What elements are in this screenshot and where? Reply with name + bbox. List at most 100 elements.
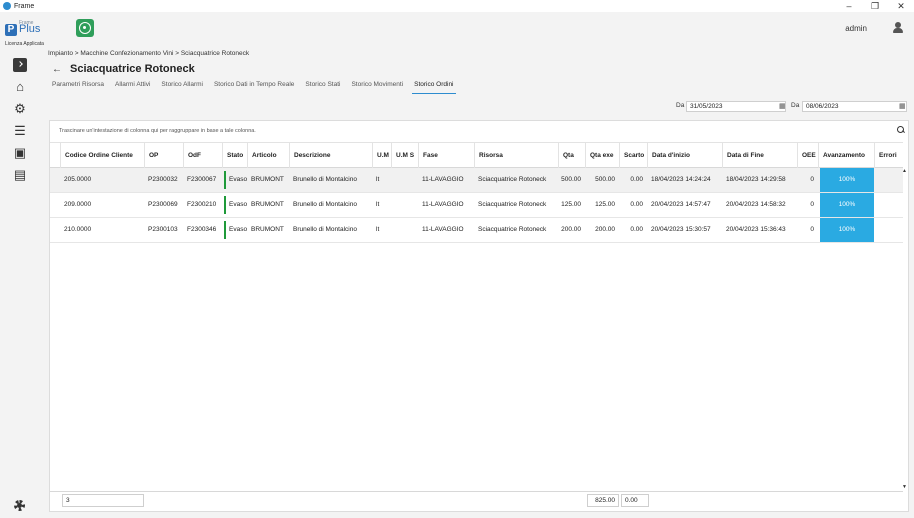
cell-scarto: 0.00 (630, 201, 643, 208)
tab-storico-movimenti[interactable]: Storico Movimenti (351, 80, 403, 94)
cell-data-fine: 20/04/2023 14:58:32 (726, 201, 786, 208)
cell-qta: 200.00 (561, 226, 581, 233)
cell-risorsa: Sciacquatrice Rotoneck (478, 176, 547, 183)
cell-um: lt (376, 226, 380, 233)
date-from-label: Da (676, 102, 685, 109)
box-icon[interactable]: ▣ (13, 146, 27, 160)
breadcrumb: Impianto > Macchine Confezionamento Vini… (48, 50, 250, 57)
scroll-up-icon[interactable]: ▲ (902, 168, 907, 174)
app-header: P Frame Plus Licenza Applicata admin (0, 12, 914, 48)
col-um[interactable]: U.M (372, 143, 391, 168)
license-status: Licenza Applicata (5, 41, 44, 47)
cell-op: P2300103 (148, 226, 178, 233)
vertical-scrollbar[interactable]: ▲ ▼ (901, 168, 908, 490)
cell-qta: 500.00 (561, 176, 581, 183)
cell-scarto: 0.00 (630, 176, 643, 183)
cell-stato: Evaso (224, 171, 247, 189)
grid-footer: 3 825.00 0.00 (50, 491, 903, 512)
cell-um: lt (376, 201, 380, 208)
app-module-icon[interactable] (76, 19, 94, 37)
tab-allarmi-attivi[interactable]: Allarmi Attivi (115, 80, 150, 94)
cell-codice: 210.0000 (64, 226, 92, 233)
search-icon[interactable] (897, 126, 905, 134)
cell-qta-exe: 200.00 (595, 226, 615, 233)
tab-storico-ordini[interactable]: Storico Ordini (412, 80, 456, 94)
date-filter: Da 31/05/2023 ▦ Da 08/06/2023 ▦ (0, 101, 914, 112)
minimize-button[interactable]: – (836, 0, 862, 12)
cell-scarto: 0.00 (630, 226, 643, 233)
calendar-icon[interactable]: ▦ (899, 102, 906, 111)
col-qta-exe[interactable]: Qta exe (585, 143, 619, 168)
cell-data-inizio: 18/04/2023 14:24:24 (651, 176, 711, 183)
col-data-inizio[interactable]: Data d'inizio (647, 143, 722, 168)
cell-op: P2300032 (148, 176, 178, 183)
cell-ums (391, 168, 418, 192)
settings-icon[interactable] (14, 500, 25, 511)
tab-storico-dati-tempo-reale[interactable]: Storico Dati in Tempo Reale (214, 80, 294, 94)
page-header: ← Sciacquatrice Rotoneck (52, 63, 195, 75)
table-row[interactable]: 209.0000 P2300069 F2300210 Evaso BRUMONT… (50, 193, 903, 218)
tab-parametri-risorsa[interactable]: Parametri Risorsa (52, 80, 104, 94)
col-oee[interactable]: OEE (797, 143, 818, 168)
col-ums[interactable]: U.M S (391, 143, 418, 168)
col-descrizione[interactable]: Descrizione (289, 143, 372, 168)
cell-errori (874, 218, 903, 242)
cell-descrizione: Brunello di Montalcino (293, 226, 357, 233)
tab-storico-stati[interactable]: Storico Stati (305, 80, 340, 94)
cell-codice: 205.0000 (64, 176, 92, 183)
back-arrow-icon[interactable]: ← (52, 64, 62, 75)
sidebar: ⌂ ⚙ ☰ ▣ ▤ (0, 48, 40, 518)
expand-icon[interactable] (13, 58, 27, 72)
page-title: Sciacquatrice Rotoneck (70, 63, 195, 75)
col-fase[interactable]: Fase (418, 143, 474, 168)
cell-errori (874, 193, 903, 217)
list-icon[interactable]: ☰ (13, 124, 27, 138)
col-codice-ordine-cliente[interactable]: Codice Ordine Cliente (60, 143, 144, 168)
calendar-icon[interactable]: ▦ (779, 102, 786, 111)
document-icon[interactable]: ▤ (13, 168, 27, 182)
progress-bar: 100% (820, 193, 874, 217)
cell-oee: 0 (810, 176, 814, 183)
cell-odf: F2300346 (187, 226, 217, 233)
table-row[interactable]: 205.0000 P2300032 F2300067 Evaso BRUMONT… (50, 168, 903, 193)
cell-avanzamento: 100% (820, 168, 874, 192)
col-scarto[interactable]: Scarto (619, 143, 647, 168)
cell-fase: 11-LAVAGGIO (422, 226, 464, 233)
cell-odf: F2300067 (187, 176, 217, 183)
frame-plus-logo: P Frame Plus Licenza Applicata (5, 20, 49, 47)
maximize-button[interactable]: ❐ (862, 0, 888, 12)
home-icon[interactable]: ⌂ (13, 80, 27, 94)
col-avanzamento[interactable]: Avanzamento (818, 143, 874, 168)
date-from-field[interactable]: 31/05/2023 ▦ (686, 101, 786, 112)
col-risorsa[interactable]: Risorsa (474, 143, 558, 168)
col-errori[interactable]: Errori (874, 143, 903, 168)
col-stato[interactable]: Stato (222, 143, 247, 168)
user-icon[interactable] (892, 22, 904, 34)
logo-p: P (5, 24, 17, 36)
cell-data-fine: 18/04/2023 14:29:58 (726, 176, 786, 183)
logo-plus-word: Plus (19, 23, 41, 35)
date-to-field[interactable]: 08/06/2023 ▦ (802, 101, 907, 112)
footer-qta-total: 825.00 (587, 494, 619, 507)
col-op[interactable]: OP (144, 143, 183, 168)
progress-bar: 100% (820, 218, 874, 242)
table-row[interactable]: 210.0000 P2300103 F2300346 Evaso BRUMONT… (50, 218, 903, 243)
cell-data-inizio: 20/04/2023 15:30:57 (651, 226, 711, 233)
cell-op: P2300069 (148, 201, 178, 208)
cell-descrizione: Brunello di Montalcino (293, 201, 357, 208)
tab-storico-allarmi[interactable]: Storico Allarmi (161, 80, 203, 94)
cell-um: lt (376, 176, 380, 183)
col-articolo[interactable]: Articolo (247, 143, 289, 168)
cell-articolo: BRUMONT (251, 226, 284, 233)
cell-odf: F2300210 (187, 201, 217, 208)
cell-fase: 11-LAVAGGIO (422, 176, 464, 183)
col-data-fine[interactable]: Data di Fine (722, 143, 797, 168)
date-to-value: 08/06/2023 (806, 103, 839, 110)
col-qta[interactable]: Qta (558, 143, 585, 168)
grid-header: Codice Ordine Cliente OP OdF Stato Artic… (50, 142, 903, 168)
progress-bar: 100% (820, 168, 874, 192)
footer-row-count: 3 (62, 494, 144, 507)
col-odf[interactable]: OdF (183, 143, 222, 168)
scroll-down-icon[interactable]: ▼ (902, 484, 907, 490)
close-button[interactable]: ✕ (888, 0, 914, 12)
